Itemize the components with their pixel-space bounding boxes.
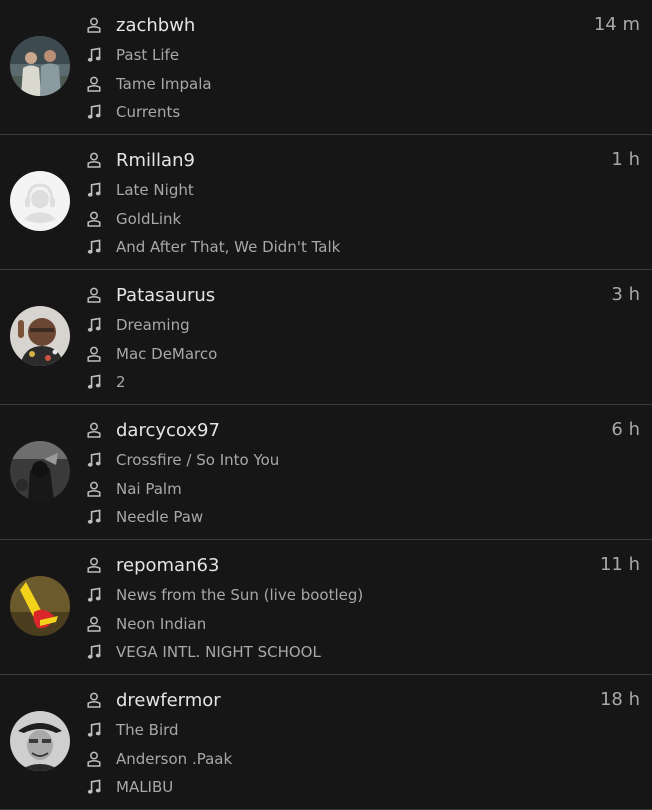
music-note-icon [84, 45, 104, 65]
album-line: MALIBU [84, 776, 173, 798]
user-avatar[interactable] [10, 441, 70, 501]
music-note-icon [84, 585, 104, 605]
track-name[interactable]: Late Night [116, 181, 194, 199]
person-icon [84, 74, 104, 94]
artist-name[interactable]: GoldLink [116, 210, 181, 228]
scrobble-time: 18 h [599, 689, 640, 710]
album-name[interactable]: MALIBU [116, 778, 173, 796]
scrobble-feed: zachbwh Past Life Tame Impala Currents 1… [0, 0, 652, 810]
scrobble-row[interactable]: repoman63 News from the Sun (live bootle… [0, 540, 652, 675]
scrobble-time: 6 h [611, 419, 640, 440]
artist-line: GoldLink [84, 208, 181, 230]
album-line: Currents [84, 101, 180, 123]
music-note-icon [84, 642, 104, 662]
artist-line: Neon Indian [84, 613, 206, 635]
person-icon [84, 150, 104, 170]
scrobble-row[interactable]: drewfermor The Bird Anderson .Paak MALIB… [0, 675, 652, 810]
person-icon [84, 749, 104, 769]
username[interactable]: Rmillan9 [116, 150, 195, 171]
album-line: 2 [84, 371, 126, 393]
album-name[interactable]: Currents [116, 103, 180, 121]
scrobble-time: 14 m [593, 14, 640, 35]
music-note-icon [84, 372, 104, 392]
person-icon [84, 420, 104, 440]
music-note-icon [84, 180, 104, 200]
track-name[interactable]: Dreaming [116, 316, 190, 334]
username-line: drewfermor [84, 689, 221, 711]
artist-name[interactable]: Nai Palm [116, 480, 182, 498]
person-icon [84, 209, 104, 229]
music-note-icon [84, 777, 104, 797]
album-name[interactable]: 2 [116, 373, 126, 391]
user-avatar[interactable] [10, 711, 70, 771]
artist-line: Nai Palm [84, 478, 182, 500]
track-line: Late Night [84, 179, 194, 201]
username-line: Rmillan9 [84, 149, 195, 171]
user-avatar[interactable] [10, 576, 70, 636]
music-note-icon [84, 720, 104, 740]
person-icon [84, 555, 104, 575]
person-icon [84, 344, 104, 364]
music-note-icon [84, 507, 104, 527]
music-note-icon [84, 237, 104, 257]
scrobble-row[interactable]: Patasaurus Dreaming Mac DeMarco 2 3 h [0, 270, 652, 405]
username-line: Patasaurus [84, 284, 215, 306]
artist-line: Mac DeMarco [84, 343, 217, 365]
track-name[interactable]: Past Life [116, 46, 179, 64]
scrobble-time: 1 h [611, 149, 640, 170]
artist-name[interactable]: Mac DeMarco [116, 345, 217, 363]
scrobble-row[interactable]: darcycox97 Crossfire / So Into You Nai P… [0, 405, 652, 540]
user-avatar[interactable] [10, 36, 70, 96]
scrobble-row[interactable]: Rmillan9 Late Night GoldLink And After T… [0, 135, 652, 270]
album-name[interactable]: Needle Paw [116, 508, 203, 526]
username[interactable]: drewfermor [116, 690, 221, 711]
track-line: News from the Sun (live bootleg) [84, 584, 363, 606]
track-line: Dreaming [84, 314, 190, 336]
artist-line: Anderson .Paak [84, 748, 232, 770]
username[interactable]: darcycox97 [116, 420, 220, 441]
album-name[interactable]: And After That, We Didn't Talk [116, 238, 340, 256]
person-icon [84, 285, 104, 305]
track-line: The Bird [84, 719, 179, 741]
album-line: And After That, We Didn't Talk [84, 236, 340, 258]
username[interactable]: zachbwh [116, 15, 195, 36]
person-icon [84, 614, 104, 634]
music-note-icon [84, 102, 104, 122]
music-note-icon [84, 315, 104, 335]
artist-name[interactable]: Neon Indian [116, 615, 206, 633]
music-note-icon [84, 450, 104, 470]
user-avatar[interactable] [10, 171, 70, 231]
person-icon [84, 690, 104, 710]
username[interactable]: repoman63 [116, 555, 219, 576]
person-icon [84, 479, 104, 499]
scrobble-time: 3 h [611, 284, 640, 305]
username[interactable]: Patasaurus [116, 285, 215, 306]
album-name[interactable]: VEGA INTL. NIGHT SCHOOL [116, 643, 321, 661]
username-line: repoman63 [84, 554, 219, 576]
artist-name[interactable]: Tame Impala [116, 75, 212, 93]
username-line: darcycox97 [84, 419, 220, 441]
scrobble-time: 11 h [599, 554, 640, 575]
track-line: Past Life [84, 44, 179, 66]
person-icon [84, 15, 104, 35]
track-name[interactable]: News from the Sun (live bootleg) [116, 586, 363, 604]
track-line: Crossfire / So Into You [84, 449, 279, 471]
album-line: Needle Paw [84, 506, 203, 528]
album-line: VEGA INTL. NIGHT SCHOOL [84, 641, 321, 663]
artist-line: Tame Impala [84, 73, 212, 95]
track-name[interactable]: Crossfire / So Into You [116, 451, 279, 469]
artist-name[interactable]: Anderson .Paak [116, 750, 232, 768]
user-avatar[interactable] [10, 306, 70, 366]
track-name[interactable]: The Bird [116, 721, 179, 739]
username-line: zachbwh [84, 14, 195, 36]
scrobble-row[interactable]: zachbwh Past Life Tame Impala Currents 1… [0, 0, 652, 135]
